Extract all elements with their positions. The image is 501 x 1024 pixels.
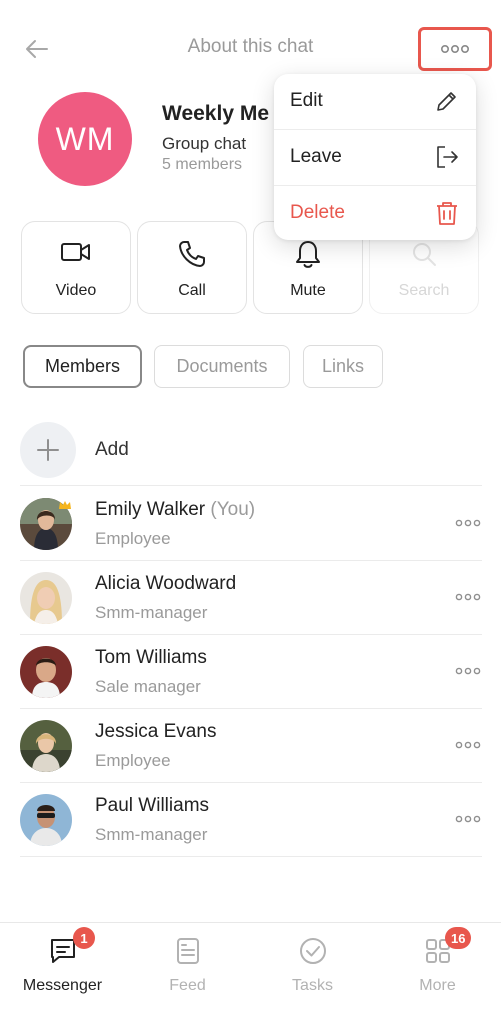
menu-item-delete[interactable]: Delete (274, 186, 476, 242)
add-button[interactable] (20, 422, 76, 478)
ellipsis-icon (455, 667, 481, 675)
tabbar-label: Feed (169, 977, 206, 994)
ellipsis-icon (440, 44, 469, 54)
avatar (20, 646, 72, 698)
menu-item-edit[interactable]: Edit (274, 74, 476, 130)
tabbar-item-messenger[interactable]: 1 Messenger (0, 923, 125, 1024)
ellipsis-icon (455, 741, 481, 749)
ellipsis-icon (455, 593, 481, 601)
search-label: Search (398, 282, 450, 299)
feed-icon (176, 938, 199, 964)
member-row[interactable]: Alicia Woodward Smm-manager (20, 561, 482, 635)
video-button[interactable]: Video (21, 221, 131, 314)
member-role: Smm-manager (95, 825, 208, 844)
member-more-button[interactable] (454, 587, 482, 607)
tabbar-item-feed[interactable]: Feed (125, 923, 250, 1024)
tabbar-label: More (419, 977, 456, 994)
avatar (20, 572, 72, 624)
chat-type: Group chat (162, 134, 247, 153)
tab-documents[interactable]: Documents (154, 345, 290, 388)
add-label: Add (95, 439, 129, 460)
mute-label: Mute (290, 282, 326, 299)
member-more-button[interactable] (454, 661, 482, 681)
avatar (20, 720, 72, 772)
member-role: Employee (95, 751, 171, 770)
phone-icon (179, 241, 205, 267)
avatar (20, 794, 72, 846)
member-name: Tom Williams (95, 647, 207, 668)
bell-icon (296, 241, 320, 268)
exit-icon (437, 146, 458, 168)
ellipsis-icon (455, 519, 481, 527)
video-label: Video (55, 282, 97, 299)
call-label: Call (178, 282, 206, 299)
chat-avatar: WM (38, 92, 132, 186)
member-name: Alicia Woodward (95, 573, 237, 594)
member-more-button[interactable] (454, 735, 482, 755)
member-row[interactable]: Tom Williams Sale manager (20, 635, 482, 709)
member-role: Smm-manager (95, 603, 208, 622)
search-icon (413, 243, 436, 266)
messenger-badge: 1 (73, 927, 95, 949)
more-options-button[interactable] (418, 27, 492, 71)
more-badge: 16 (445, 927, 472, 949)
pencil-icon (437, 92, 456, 111)
ellipsis-icon (455, 815, 481, 823)
member-name: Emily Walker (95, 499, 206, 520)
bottom-tab-bar: 1 Messenger Feed Tasks 16 More (0, 922, 501, 1024)
member-name: Jessica Evans (95, 721, 217, 742)
member-name-line: Emily Walker (You) (95, 499, 255, 521)
trash-icon (437, 202, 457, 225)
tabbar-label: Tasks (292, 977, 333, 994)
member-more-button[interactable] (454, 809, 482, 829)
menu-item-label: Delete (290, 202, 345, 223)
menu-item-label: Edit (290, 90, 323, 111)
video-camera-icon (61, 243, 90, 261)
tab-links[interactable]: Links (303, 345, 383, 388)
member-row[interactable]: Paul Williams Smm-manager (20, 783, 482, 857)
tabbar-label: Messenger (22, 977, 103, 994)
member-row[interactable]: Emily Walker (You) Employee (20, 487, 482, 561)
chat-name: Weekly Me (162, 102, 269, 125)
check-circle-icon (299, 938, 326, 964)
tabbar-item-more[interactable]: 16 More (375, 923, 500, 1024)
crown-icon (59, 501, 71, 509)
plus-icon (37, 439, 59, 461)
member-role: Sale manager (95, 677, 201, 696)
menu-item-label: Leave (290, 146, 342, 167)
member-more-button[interactable] (454, 513, 482, 533)
member-you-tag: (You) (210, 499, 256, 520)
tabbar-item-tasks[interactable]: Tasks (250, 923, 375, 1024)
member-role: Employee (95, 529, 171, 548)
chat-member-count: 5 members (162, 156, 243, 173)
call-button[interactable]: Call (137, 221, 247, 314)
tab-members[interactable]: Members (23, 345, 142, 388)
options-menu: Edit Leave Delete (274, 74, 476, 240)
member-row[interactable]: Jessica Evans Employee (20, 709, 482, 783)
menu-item-leave[interactable]: Leave (274, 130, 476, 186)
add-member-row[interactable]: Add (20, 420, 482, 486)
member-name: Paul Williams (95, 795, 210, 816)
